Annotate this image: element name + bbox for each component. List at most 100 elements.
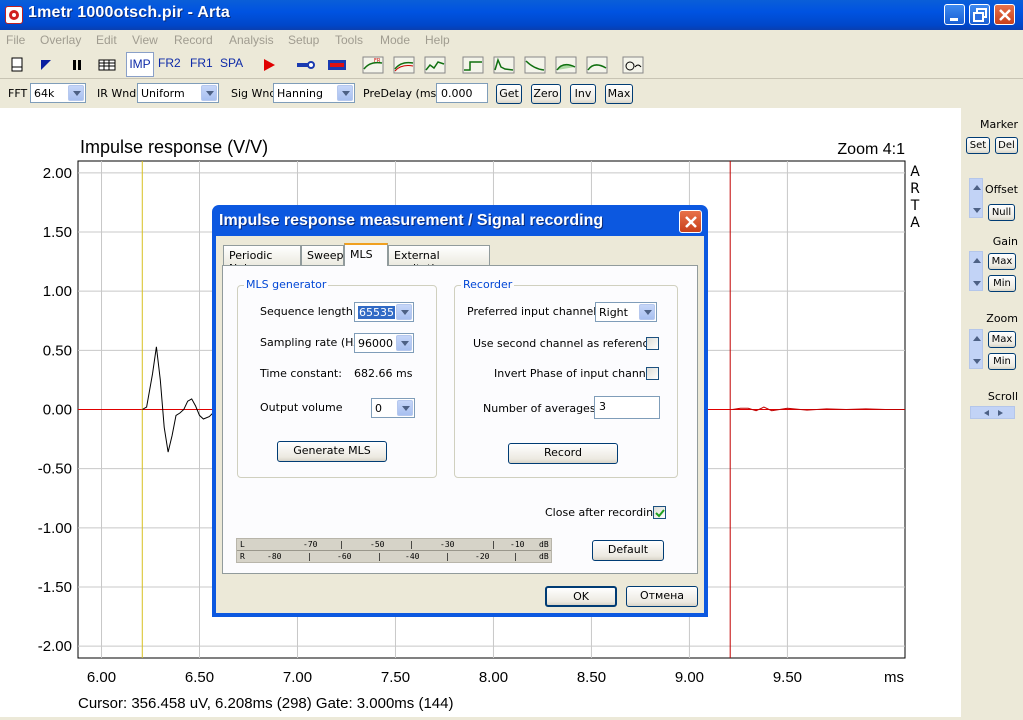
menu-help[interactable]: Help [425, 33, 450, 47]
meter-tick: | [491, 540, 496, 549]
2fr-icon[interactable] [393, 55, 415, 75]
scroll-spinner[interactable] [970, 406, 1015, 419]
sampling-rate-label: Sampling rate (Hz) [260, 336, 364, 349]
y-tick-label: 2.00 [43, 165, 72, 182]
zoom-max-button[interactable]: Max [988, 331, 1016, 348]
output-volume-value: 0 [375, 402, 382, 415]
dft-icon[interactable] [424, 55, 446, 75]
invert-phase-checkbox[interactable] [646, 367, 659, 380]
sti-icon[interactable] [622, 55, 644, 75]
generate-mls-button[interactable]: Generate MLS [277, 441, 387, 462]
step-icon[interactable] [462, 55, 484, 75]
menu-setup[interactable]: Setup [288, 33, 319, 47]
table-icon[interactable] [96, 55, 118, 75]
new-file-icon[interactable] [8, 55, 30, 75]
generator-icon[interactable] [294, 55, 316, 75]
meter-tick: -60 [337, 552, 352, 561]
inv-button[interactable]: Inv [570, 84, 596, 104]
recorder-icon[interactable] [326, 55, 348, 75]
marker-del-button[interactable]: Del [995, 137, 1018, 154]
y-tick-label: 1.50 [43, 224, 72, 241]
menu-record[interactable]: Record [174, 33, 213, 47]
chevron-down-icon [639, 304, 655, 320]
meter-tick: -30 [440, 540, 455, 549]
menu-mode[interactable]: Mode [380, 33, 410, 47]
gain-spinner[interactable] [969, 251, 983, 291]
recorder-group: Recorder Preferred input channel Right U… [454, 278, 678, 478]
output-volume-select[interactable]: 0 [371, 398, 415, 418]
meter-tick: dB [539, 540, 549, 549]
sequence-length-label: Sequence length [260, 305, 353, 318]
close-button[interactable] [994, 4, 1015, 25]
gain-max-button[interactable]: Max [988, 253, 1016, 270]
menu-tools[interactable]: Tools [335, 33, 363, 47]
zoom-label: Zoom 4:1 [837, 141, 905, 158]
fr-icon[interactable]: FR [362, 55, 384, 75]
menu-view[interactable]: View [132, 33, 158, 47]
sigwnd-select[interactable]: Hanning [273, 83, 355, 103]
window-title: 1metr 1000otsch.pir - Arta [28, 4, 231, 21]
tab-external-excitation[interactable]: External excitation [388, 245, 490, 275]
menu-overlay[interactable]: Overlay [40, 33, 81, 47]
y-tick-label: 0.50 [43, 342, 72, 359]
fr1-button[interactable]: FR1 [190, 56, 213, 70]
rev-icon[interactable] [524, 55, 546, 75]
tab-sweep[interactable]: Sweep [301, 245, 344, 265]
imp-button[interactable]: IMP [126, 52, 154, 77]
meter-tick: -50 [370, 540, 385, 549]
bd-icon[interactable] [586, 55, 608, 75]
cs-icon[interactable] [555, 55, 577, 75]
averages-input[interactable]: 3 [594, 396, 660, 419]
get-button[interactable]: Get [496, 84, 522, 104]
scroll-label: Scroll [987, 390, 1018, 403]
meter-tick: -10 [510, 540, 525, 549]
zero-button[interactable]: Zero [531, 84, 561, 104]
sequence-length-select[interactable]: 65535 [354, 302, 414, 322]
zoom-spinner[interactable] [969, 329, 983, 369]
minimize-button[interactable] [944, 4, 965, 25]
irwnd-select[interactable]: Uniform [137, 83, 219, 103]
pause-icon[interactable] [66, 55, 88, 75]
spa-button[interactable]: SPA [220, 56, 243, 70]
menu-edit[interactable]: Edit [96, 33, 117, 47]
sampling-rate-select[interactable]: 96000 [354, 333, 414, 353]
fr2-button[interactable]: FR2 [158, 56, 181, 70]
chevron-down-icon [68, 85, 84, 101]
second-channel-checkbox[interactable] [646, 337, 659, 350]
x-tick-label: 9.50 [773, 669, 802, 686]
marker-label: Marker [979, 118, 1018, 131]
preferred-input-select[interactable]: Right [595, 302, 657, 322]
menu-analysis[interactable]: Analysis [229, 33, 274, 47]
max-button[interactable]: Max [605, 84, 633, 104]
close-after-label: Close after recording [545, 506, 661, 519]
app-icon[interactable] [5, 6, 23, 24]
meter-tick: -70 [303, 540, 318, 549]
offset-null-button[interactable]: Null [988, 204, 1015, 221]
predelay-input[interactable]: 0.000 [436, 83, 488, 103]
zoom-min-button[interactable]: Min [988, 353, 1016, 370]
dialog-close-button[interactable] [679, 210, 702, 233]
title-bar[interactable]: 1metr 1000otsch.pir - Arta [0, 0, 1023, 30]
gain-min-button[interactable]: Min [988, 275, 1016, 292]
measurement-dialog[interactable]: Impulse response measurement / Signal re… [212, 205, 708, 617]
cancel-button[interactable]: Отмена [626, 586, 698, 607]
play-icon[interactable] [258, 55, 280, 75]
meter-tick: -80 [267, 552, 282, 561]
y-tick-label: -1.00 [38, 520, 72, 537]
sequence-length-value: 65535 [358, 306, 395, 319]
tab-periodic-noise[interactable]: Periodic Noise [223, 245, 301, 275]
open-file-icon[interactable] [36, 55, 58, 75]
ok-button[interactable]: OK [545, 586, 617, 607]
right-control-panel: Marker Set Del Offset Null Gain Max Min … [961, 108, 1023, 717]
default-button[interactable]: Default [592, 540, 664, 561]
x-tick-label: 7.00 [283, 669, 312, 686]
record-button[interactable]: Record [508, 443, 618, 464]
fft-select[interactable]: 64k [30, 83, 86, 103]
restore-button[interactable] [969, 4, 990, 25]
close-after-checkbox[interactable] [653, 506, 666, 519]
marker-set-button[interactable]: Set [966, 137, 990, 154]
etc-icon[interactable] [493, 55, 515, 75]
tab-mls[interactable]: MLS [344, 243, 388, 266]
menu-file[interactable]: File [6, 33, 25, 47]
gain-label: Gain [992, 235, 1018, 248]
